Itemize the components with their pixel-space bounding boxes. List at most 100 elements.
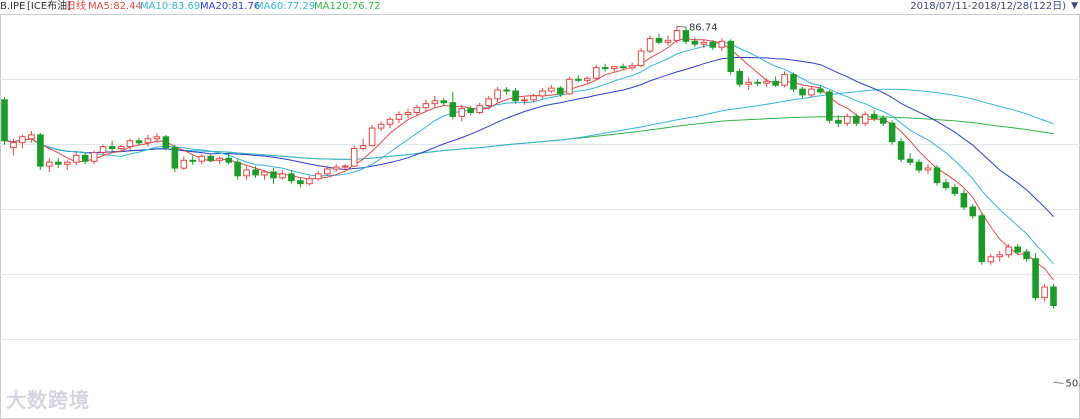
candle-body-up — [332, 166, 340, 170]
candle — [1, 96, 8, 145]
candle-body-down — [736, 71, 744, 85]
candle — [718, 38, 726, 51]
candle-body-up — [1005, 246, 1013, 256]
candle — [72, 152, 80, 166]
candle — [691, 37, 699, 48]
candle-body-up — [46, 161, 53, 167]
candle-body-up — [987, 256, 995, 263]
candle — [637, 48, 645, 68]
candle-body-down — [853, 115, 860, 124]
candle-body-up — [117, 146, 125, 150]
candle-body-down — [906, 158, 914, 163]
candle-body-up — [144, 138, 152, 144]
candle-body-down — [772, 80, 779, 86]
candle — [440, 97, 448, 106]
candle — [915, 159, 923, 173]
candle-body-down — [879, 117, 887, 124]
triangle-down-icon[interactable]: ▼ — [1071, 0, 1078, 13]
candle-body-up — [664, 39, 672, 43]
candle — [727, 39, 735, 75]
candle-body-up — [763, 80, 770, 84]
date-range-label: 2018/07/11-2018/12/28(122日) — [910, 1, 1066, 12]
candle — [171, 144, 179, 172]
candle-body-down — [557, 87, 564, 95]
candle — [790, 72, 797, 92]
candle — [386, 117, 394, 129]
candle — [593, 64, 600, 81]
candle — [521, 96, 528, 105]
candle-body-up — [180, 159, 188, 169]
candle — [781, 71, 788, 88]
candle-body-down — [207, 155, 214, 161]
candle — [162, 134, 170, 151]
ma20-label: MA20:81.76 — [200, 1, 261, 12]
ma20-line — [4, 56, 1054, 217]
candle — [888, 120, 896, 145]
candle-body-down — [619, 66, 627, 69]
candle — [476, 102, 483, 115]
candle-body-down — [81, 154, 89, 162]
candle-body-down — [512, 90, 519, 102]
candle — [1050, 284, 1057, 309]
candle-body-up — [422, 103, 430, 109]
candle — [924, 164, 932, 174]
candle-body-down — [503, 89, 510, 92]
candle — [897, 137, 905, 163]
candle — [601, 63, 609, 72]
candle — [736, 68, 744, 88]
candle-body-down — [799, 88, 806, 96]
candle-body-down — [1023, 251, 1030, 260]
candle-body-down — [870, 113, 878, 119]
candle — [960, 189, 968, 210]
candle-body-down — [162, 136, 170, 149]
candle — [628, 62, 636, 71]
candle — [646, 35, 654, 53]
candle-body-up — [996, 254, 1004, 258]
candle — [216, 156, 223, 165]
candle — [584, 76, 591, 84]
candle — [951, 183, 959, 197]
candle-body-up — [216, 157, 223, 161]
ma5-line — [4, 38, 1054, 281]
candle — [1041, 284, 1048, 302]
candle-body-up — [279, 173, 286, 179]
candle — [853, 113, 860, 127]
ma120-line — [4, 116, 1054, 160]
candle-body-down — [135, 140, 143, 144]
candle-body-down — [754, 81, 762, 84]
ma10-line — [4, 41, 1054, 265]
candle-body-up — [431, 100, 439, 105]
candle — [422, 99, 430, 112]
plot-frame — [0, 14, 1080, 419]
candle — [55, 158, 62, 168]
chart-panel: 86.74 50.22 B.IPE [ICE布油] 日线 MA5:82.44 MA… — [0, 0, 1080, 419]
candle — [180, 156, 188, 170]
candle-body-up — [404, 112, 412, 115]
candle — [772, 76, 779, 88]
candle — [243, 166, 250, 180]
candle-body-down — [826, 91, 833, 121]
candle — [969, 204, 977, 219]
candle-body-down — [978, 215, 986, 263]
candle — [234, 159, 241, 180]
candle-body-down — [691, 40, 699, 45]
low-pointer — [1053, 381, 1064, 384]
ma10-label: MA10:83.69 — [140, 1, 201, 12]
candle-body-up — [198, 155, 206, 162]
candle-body-up — [485, 98, 492, 107]
candle-body-up — [324, 168, 331, 175]
candle — [548, 85, 555, 93]
candle-body-down — [888, 122, 896, 143]
candle — [404, 108, 412, 119]
candle-body-down — [467, 108, 474, 113]
candle-body-up — [90, 152, 98, 162]
candle-body-up — [530, 95, 537, 101]
candle — [306, 175, 313, 186]
candle-body-up — [781, 74, 788, 86]
candle-body-up — [261, 171, 268, 176]
candle-body-down — [1032, 258, 1039, 299]
candle-body-up — [368, 127, 376, 147]
candlestick-chart: 86.74 50.22 — [0, 14, 1080, 419]
candle-body-down — [835, 119, 842, 124]
candle — [467, 105, 474, 116]
